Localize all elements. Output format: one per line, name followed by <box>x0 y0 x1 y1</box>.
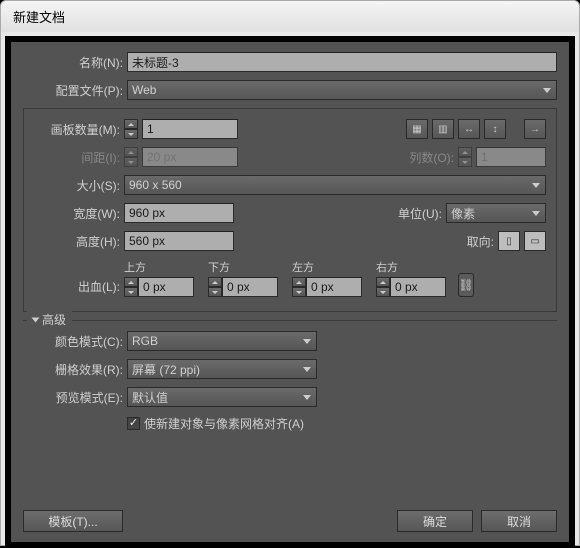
units-dropdown[interactable]: 像素 <box>446 203 546 223</box>
width-label: 宽度(W): <box>34 205 120 222</box>
bleed-left-input[interactable] <box>306 277 362 297</box>
template-button[interactable]: 模板(T)... <box>23 510 123 532</box>
advanced-separator: 高级 <box>23 320 557 321</box>
width-input[interactable] <box>124 203 234 223</box>
advanced-label: 高级 <box>42 311 66 328</box>
profile-label: 配置文件(P): <box>23 82 123 99</box>
cols-input <box>476 147 546 167</box>
bleed-bottom-label: 下方 <box>208 259 278 275</box>
raster-dropdown[interactable]: 屏幕 (72 ppi) <box>127 359 317 379</box>
arrange-h-icon[interactable]: ↔ <box>458 119 480 139</box>
spacing-label: 间距(I): <box>34 149 120 166</box>
bleed-right-input[interactable] <box>390 277 446 297</box>
preview-dropdown[interactable]: 默认值 <box>127 387 317 407</box>
name-input[interactable] <box>127 52 557 72</box>
spacing-spinner <box>124 147 138 167</box>
preview-value: 默认值 <box>132 389 168 406</box>
cancel-button[interactable]: 取消 <box>481 510 557 532</box>
cols-spinner <box>458 147 472 167</box>
bleed-top-spinner[interactable] <box>124 277 138 297</box>
new-document-dialog: 新建文档 名称(N): 配置文件(P): Web 画板数量(M): ▦ ▥ ↔ <box>0 0 580 546</box>
dialog-body: 名称(N): 配置文件(P): Web 画板数量(M): ▦ ▥ ↔ ↕ <box>5 36 575 548</box>
portrait-icon[interactable]: ▯ <box>498 231 520 251</box>
height-label: 高度(H): <box>34 233 120 250</box>
cols-label: 列数(O): <box>388 149 454 166</box>
units-label: 单位(U): <box>376 205 442 222</box>
size-value: 960 x 560 <box>129 178 182 192</box>
bleed-left-spinner[interactable] <box>292 277 306 297</box>
ok-label: 确定 <box>423 513 447 530</box>
colormode-dropdown[interactable]: RGB <box>127 331 317 351</box>
bleed-top-input[interactable] <box>138 277 194 297</box>
size-label: 大小(S): <box>34 177 120 194</box>
checkbox-icon <box>127 417 140 430</box>
artboards-label: 画板数量(M): <box>34 121 120 138</box>
profile-value: Web <box>132 83 156 97</box>
artboards-input[interactable] <box>142 119 238 139</box>
align-pixel-label: 使新建对象与像素网格对齐(A) <box>144 415 304 432</box>
bleed-right-spinner[interactable] <box>376 277 390 297</box>
bleed-top-label: 上方 <box>124 259 194 275</box>
raster-value: 屏幕 (72 ppi) <box>132 361 200 378</box>
artboard-fieldset: 画板数量(M): ▦ ▥ ↔ ↕ → 间距(I): 列数(O): <box>23 108 557 312</box>
size-dropdown[interactable]: 960 x 560 <box>124 175 546 195</box>
template-label: 模板(T)... <box>48 513 97 530</box>
spacing-input <box>142 147 238 167</box>
link-bleed-icon[interactable]: ⛓ <box>458 273 474 297</box>
bleed-label: 出血(L): <box>34 278 120 295</box>
bleed-bottom-spinner[interactable] <box>208 277 222 297</box>
orient-label: 取向: <box>428 233 494 250</box>
dialog-panel: 名称(N): 配置文件(P): Web 画板数量(M): ▦ ▥ ↔ ↕ <box>11 42 569 542</box>
colormode-label: 颜色模式(C): <box>23 333 123 350</box>
units-value: 像素 <box>451 205 475 222</box>
align-pixel-checkbox[interactable]: 使新建对象与像素网格对齐(A) <box>127 415 304 432</box>
dialog-title: 新建文档 <box>1 1 579 32</box>
bleed-left-label: 左方 <box>292 259 362 275</box>
bleed-bottom-input[interactable] <box>222 277 278 297</box>
arrow-right-icon[interactable]: → <box>524 119 546 139</box>
profile-dropdown[interactable]: Web <box>127 80 557 100</box>
name-label: 名称(N): <box>23 54 123 71</box>
grid-by-row-icon[interactable]: ▦ <box>406 119 428 139</box>
height-input[interactable] <box>124 231 234 251</box>
raster-label: 栅格效果(R): <box>23 361 123 378</box>
artboards-spinner[interactable] <box>124 119 138 139</box>
landscape-icon[interactable]: ▭ <box>524 231 546 251</box>
bleed-right-label: 右方 <box>376 259 446 275</box>
advanced-toggle[interactable]: 高级 <box>27 311 72 328</box>
ok-button[interactable]: 确定 <box>397 510 473 532</box>
arrange-v-icon[interactable]: ↕ <box>484 119 506 139</box>
grid-by-col-icon[interactable]: ▥ <box>432 119 454 139</box>
colormode-value: RGB <box>132 334 158 348</box>
disclosure-triangle-icon <box>32 317 40 322</box>
preview-label: 预览模式(E): <box>23 389 123 406</box>
cancel-label: 取消 <box>507 513 531 530</box>
